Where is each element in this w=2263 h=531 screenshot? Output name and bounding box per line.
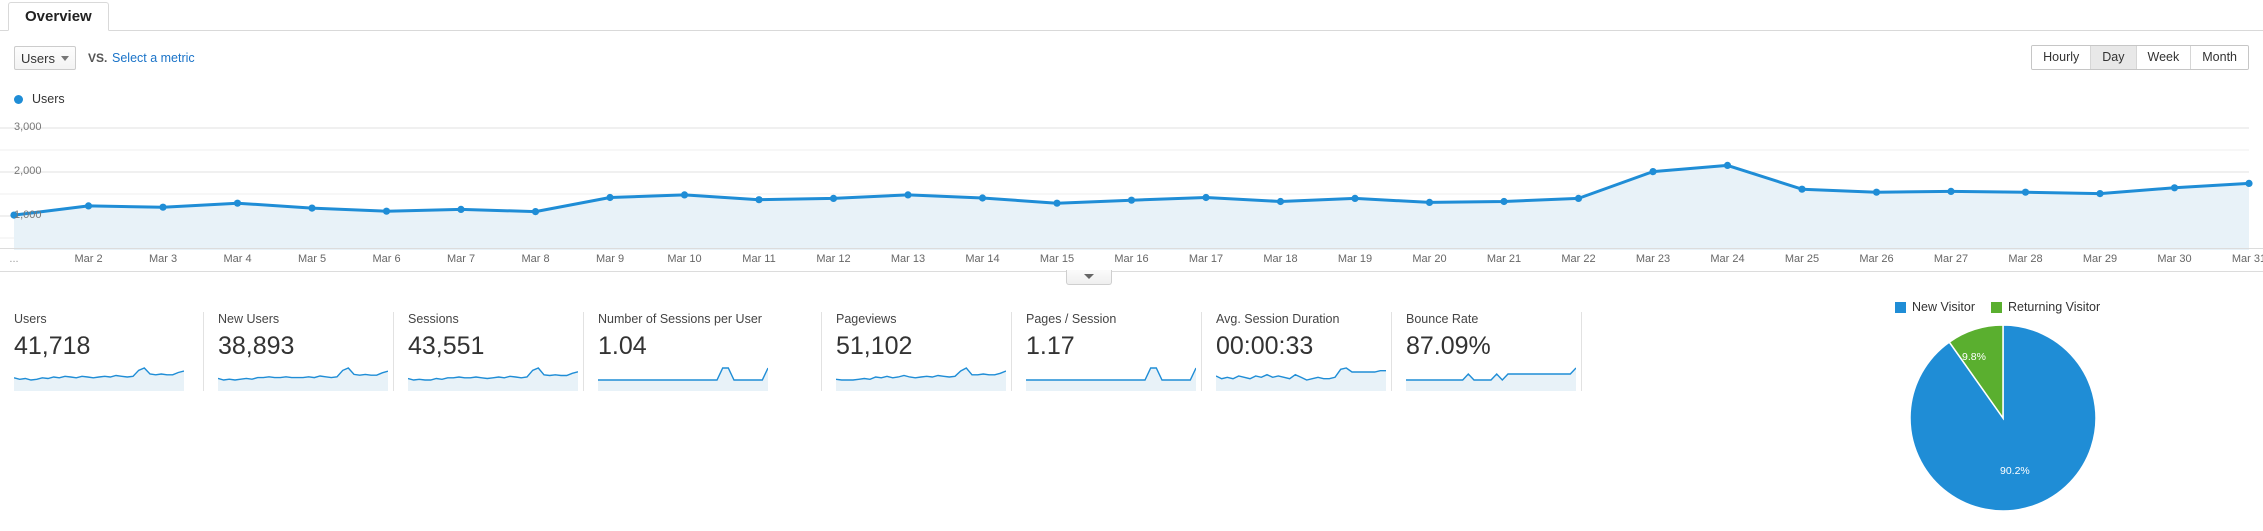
metric-card[interactable]: Bounce Rate 87.09%	[1392, 312, 1582, 391]
metric-cards: Users 41,718 New Users 38,893 Sessions 43,551…	[14, 312, 1582, 391]
x-axis-tick: Mar 19	[1337, 253, 1373, 265]
metric-card-value: 00:00:33	[1216, 332, 1314, 360]
x-axis-tick: Mar 18	[1263, 253, 1298, 265]
metric-card-label: Avg. Session Duration	[1216, 312, 1340, 326]
pie-legend-item-new-visitor: New Visitor	[1895, 300, 1975, 314]
x-axis-tick: Mar 28	[2008, 253, 2043, 265]
x-axis-tick: Mar 25	[1784, 253, 1820, 265]
x-axis-tick: Mar 2	[74, 253, 103, 265]
metric-card-value: 1.04	[598, 332, 647, 360]
x-axis-tick: Mar 6	[372, 253, 401, 265]
y-axis-label-2000: 2,000	[14, 165, 42, 177]
metric-card[interactable]: Users 41,718	[14, 312, 204, 391]
x-axis-tick: Mar 4	[223, 253, 252, 265]
metric-card-sparkline	[1406, 367, 1576, 391]
chart-collapse-handle[interactable]	[1066, 270, 1112, 285]
x-axis-tick: Mar 12	[816, 253, 851, 265]
x-axis-tick: Mar 14	[965, 253, 1000, 265]
line-chart-svg	[0, 127, 2253, 250]
metric-card-sparkline	[408, 367, 578, 391]
x-axis: ... Mar 2 Mar 3 Mar 4 Mar 5 Mar 6 Mar 7 Mar 8 Ma…	[0, 248, 2263, 272]
pie-slice-label-new-visitor: 90.2%	[2000, 465, 2030, 477]
granularity-hourly[interactable]: Hourly	[2032, 46, 2092, 69]
metric-card-sparkline	[1026, 367, 1196, 391]
metric-card-label: Bounce Rate	[1406, 312, 1479, 326]
x-axis-tick: Mar 15	[1039, 253, 1075, 265]
pie-legend-label-returning-visitor: Returning Visitor	[2007, 300, 2101, 314]
metric-card-label: Number of Sessions per User	[598, 312, 762, 326]
metric-select[interactable]: Users	[14, 46, 76, 70]
metric-card-value: 1.17	[1026, 332, 1075, 360]
pie-legend-swatch-new-visitor	[1895, 301, 1906, 313]
granularity-day[interactable]: Day	[2091, 46, 2137, 69]
metric-card-label: Sessions	[408, 312, 459, 326]
metric-card-label: New Users	[218, 312, 280, 326]
x-axis-tick: Mar 16	[1114, 253, 1149, 265]
x-axis-tick: Mar 21	[1486, 253, 1522, 265]
tab-overview[interactable]: Overview	[8, 2, 109, 31]
y-axis-label-3000: 3,000	[14, 121, 42, 133]
tab-overview-label: Overview	[25, 8, 92, 25]
x-axis-tick: Mar 8	[521, 253, 550, 265]
x-axis-tick: Mar 22	[1561, 253, 1596, 265]
x-axis-tick: Mar 30	[2157, 253, 2192, 265]
metric-card[interactable]: Pages / Session 1.17	[1012, 312, 1202, 391]
metric-card[interactable]: Pageviews 51,102	[822, 312, 1012, 391]
users-line-chart[interactable]	[0, 108, 2263, 250]
metric-card-sparkline	[218, 367, 388, 391]
x-axis-tick: ...	[9, 253, 19, 265]
x-axis-tick: Mar 7	[446, 253, 476, 265]
chevron-down-icon	[61, 55, 69, 61]
metric-card-value: 43,551	[408, 332, 485, 360]
metric-select-value: Users	[21, 50, 55, 66]
visitor-type-pie-chart[interactable]: 90.2% 9.8%	[1908, 323, 2098, 513]
x-axis-tick: Mar 24	[1710, 253, 1745, 265]
metric-card-label: Pageviews	[836, 312, 897, 326]
x-axis-tick: Mar 27	[1933, 253, 1969, 265]
select-metric-link[interactable]: Select a metric	[112, 51, 195, 65]
pie-legend-swatch-returning-visitor	[1990, 301, 2002, 313]
metric-card[interactable]: Number of Sessions per User 1.04	[584, 312, 822, 391]
metric-card-sparkline	[598, 367, 768, 391]
pie-legend: New Visitor Returning Visitor	[1895, 300, 2116, 314]
tab-strip: Overview	[0, 0, 2263, 31]
metric-card-value: 87.09%	[1406, 332, 1491, 360]
line-chart-legend-label: Users	[32, 92, 65, 106]
pie-legend-label-new-visitor: New Visitor	[1912, 300, 1975, 314]
x-axis-tick: Mar 11	[742, 253, 776, 265]
line-chart-legend: Users	[14, 92, 65, 106]
x-axis-tick: Mar 3	[148, 253, 178, 265]
x-axis-tick: Mar 10	[667, 253, 702, 265]
x-axis-tick: Mar 23	[1635, 253, 1671, 265]
x-axis-tick: Mar 26	[1859, 253, 1894, 265]
metric-card-label: Users	[14, 312, 47, 326]
metric-card-value: 51,102	[836, 332, 913, 360]
pie-legend-item-returning-visitor: Returning Visitor	[1990, 300, 2101, 314]
metric-card-value: 41,718	[14, 332, 91, 360]
x-axis-tick: Mar 5	[297, 253, 327, 265]
metric-card-label: Pages / Session	[1026, 312, 1117, 326]
y-axis-label-1000: 1,000	[14, 209, 42, 221]
vs-label: VS.	[88, 51, 108, 65]
x-axis-tick: Mar 31	[2231, 253, 2263, 265]
metric-card-sparkline	[1216, 367, 1386, 391]
metric-card-sparkline	[14, 367, 184, 391]
pie-slice-label-returning-visitor: 9.8%	[1962, 351, 1986, 363]
metric-card[interactable]: New Users 38,893	[204, 312, 394, 391]
x-axis-tick: Mar 20	[1412, 253, 1447, 265]
x-axis-tick: Mar 9	[595, 253, 625, 265]
granularity-month[interactable]: Month	[2191, 46, 2248, 69]
pie-chart-svg	[1909, 324, 2097, 512]
granularity-week[interactable]: Week	[2136, 46, 2192, 69]
metric-card-sparkline	[836, 367, 1006, 391]
granularity-button-group: Hourly Day Week Month	[2031, 45, 2249, 70]
legend-dot-icon	[14, 94, 23, 104]
metric-card[interactable]: Sessions 43,551	[394, 312, 584, 391]
x-axis-tick: Mar 13	[890, 253, 926, 265]
metric-card[interactable]: Avg. Session Duration 00:00:33	[1202, 312, 1392, 391]
x-axis-tick: Mar 29	[2082, 253, 2118, 265]
x-axis-tick: Mar 17	[1188, 253, 1224, 265]
metric-card-value: 38,893	[218, 332, 295, 360]
